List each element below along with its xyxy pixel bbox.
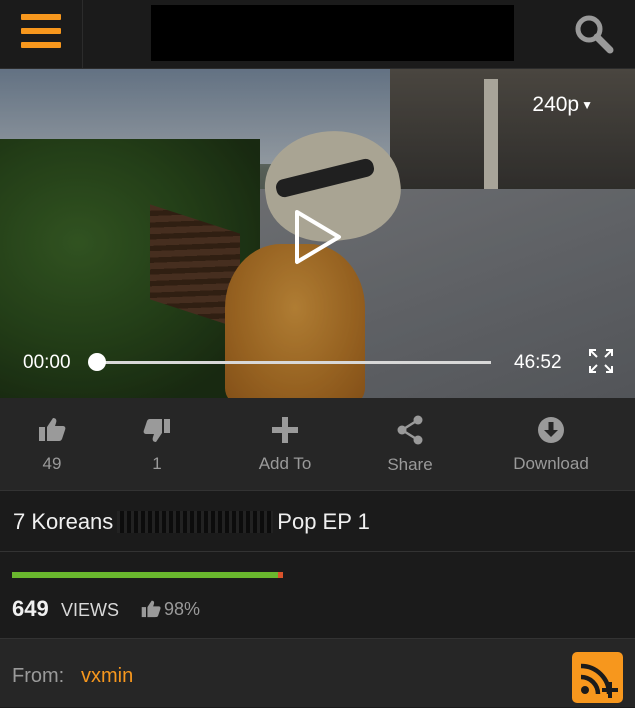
menu-button[interactable] [0,0,83,68]
download-icon [538,417,564,443]
search-icon [575,15,614,54]
search-button[interactable] [570,10,618,58]
uploader-row: From: vxmin [0,639,635,707]
redacted-text [117,511,274,533]
video-title-row: 7 Koreans Pop EP 1 [0,491,635,552]
add-to-button[interactable]: Add To [235,398,335,490]
seek-handle[interactable] [88,353,106,371]
quality-label: 240p [532,93,580,116]
dislike-button[interactable]: 1 [117,398,197,490]
rating-percent: 98% [164,599,201,619]
video-title-end: Pop EP 1 [277,509,370,534]
thumbs-down-icon [143,419,170,442]
plus-icon [272,417,298,443]
rss-add-icon [580,663,618,698]
share-label: Share [387,455,433,474]
site-logo-redacted[interactable] [151,5,514,61]
quality-selector[interactable]: 240p ▼ [532,93,593,117]
top-bar [0,0,635,69]
rating-bar [12,572,283,578]
fullscreen-icon[interactable] [588,348,614,374]
current-time: 00:00 [23,352,71,373]
views-count: 649 [12,596,49,621]
like-count: 49 [42,454,62,473]
download-label: Download [513,454,589,473]
views-label: VIEWS [61,600,120,620]
video-stats: 649 VIEWS 98% [0,552,635,639]
share-icon [397,415,423,445]
video-player[interactable]: 240p ▼ 00:00 46:52 [0,69,635,398]
download-button[interactable]: Download [500,398,602,490]
seek-bar[interactable] [97,361,491,364]
play-icon[interactable] [293,209,343,265]
hamburger-menu-line [21,28,61,34]
chevron-down-icon: ▼ [581,98,593,113]
share-button[interactable]: Share [365,398,455,490]
add-to-label: Add To [258,454,312,473]
duration: 46:52 [514,352,562,373]
from-label: From: [12,665,65,687]
thumbs-up-icon [141,600,161,618]
like-button[interactable]: 49 [12,398,92,490]
rating-bar-negative [278,572,283,578]
hamburger-menu-icon [21,14,61,20]
subscribe-button[interactable] [572,652,623,703]
video-title-start: 7 Koreans [13,509,114,534]
thumbs-up-icon [39,418,66,441]
uploader-link[interactable]: vxmin [81,665,133,688]
dislike-count: 1 [152,454,162,473]
video-title: 7 Koreans Pop EP 1 [13,509,370,535]
action-bar: 49 1 Add To Share Download [0,398,635,491]
hamburger-menu-line [21,42,61,48]
